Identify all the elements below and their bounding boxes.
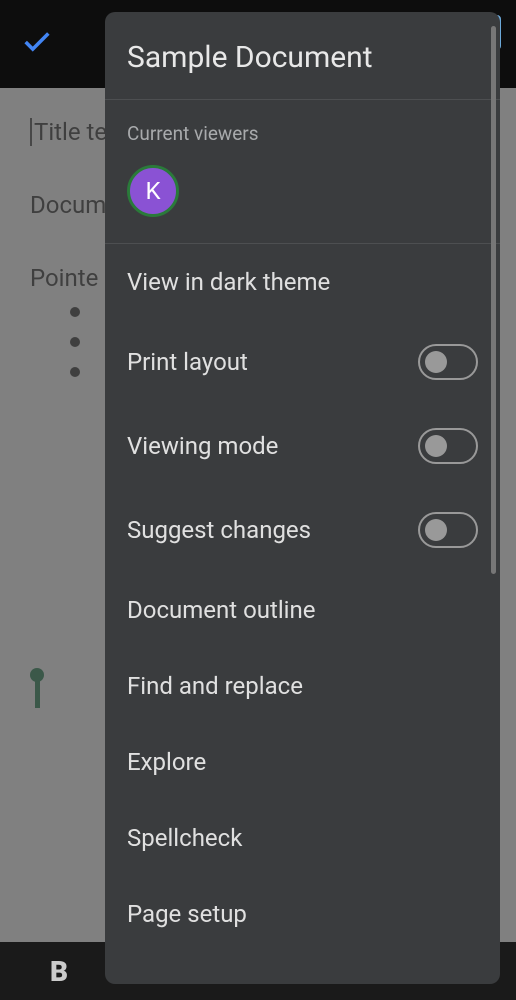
- menu-item-suggest-changes[interactable]: Suggest changes: [105, 488, 500, 572]
- menu-item-label: Page setup: [127, 900, 247, 928]
- bullet-icon: [70, 307, 80, 317]
- menu-item-find-replace[interactable]: Find and replace: [105, 648, 500, 724]
- menu-document-title: Sample Document: [105, 12, 500, 99]
- toggle-knob: [425, 351, 447, 373]
- toggle-print-layout[interactable]: [418, 344, 478, 380]
- menu-item-label: Print layout: [127, 348, 248, 376]
- check-icon[interactable]: [20, 25, 54, 63]
- menu-item-spellcheck[interactable]: Spellcheck: [105, 800, 500, 876]
- toggle-viewing-mode[interactable]: [418, 428, 478, 464]
- menu-item-viewing-mode[interactable]: Viewing mode: [105, 404, 500, 488]
- menu-item-label: Suggest changes: [127, 516, 311, 544]
- menu-item-document-outline[interactable]: Document outline: [105, 572, 500, 648]
- menu-item-page-setup[interactable]: Page setup: [105, 876, 500, 952]
- bullet-icon: [70, 367, 80, 377]
- text-cursor: [35, 678, 40, 708]
- menu-item-label: View in dark theme: [127, 268, 330, 296]
- toggle-knob: [425, 519, 447, 541]
- viewer-avatar[interactable]: K: [127, 165, 179, 217]
- menu-item-label: Explore: [127, 748, 206, 776]
- bold-icon[interactable]: B: [50, 955, 68, 988]
- menu-item-explore[interactable]: Explore: [105, 724, 500, 800]
- menu-item-label: Viewing mode: [127, 432, 278, 460]
- menu-item-label: Spellcheck: [127, 824, 242, 852]
- menu-item-label: Document outline: [127, 596, 315, 624]
- menu-item-dark-theme[interactable]: View in dark theme: [105, 244, 500, 320]
- overflow-menu: Sample Document Current viewers K View i…: [105, 12, 500, 984]
- bullet-icon: [70, 337, 80, 347]
- toggle-knob: [425, 435, 447, 457]
- viewers-section: Current viewers K: [105, 100, 500, 243]
- viewers-label: Current viewers: [127, 122, 478, 145]
- scrollbar[interactable]: [491, 26, 496, 574]
- toggle-suggest-changes[interactable]: [418, 512, 478, 548]
- menu-item-print-layout[interactable]: Print layout: [105, 320, 500, 404]
- menu-item-label: Find and replace: [127, 672, 303, 700]
